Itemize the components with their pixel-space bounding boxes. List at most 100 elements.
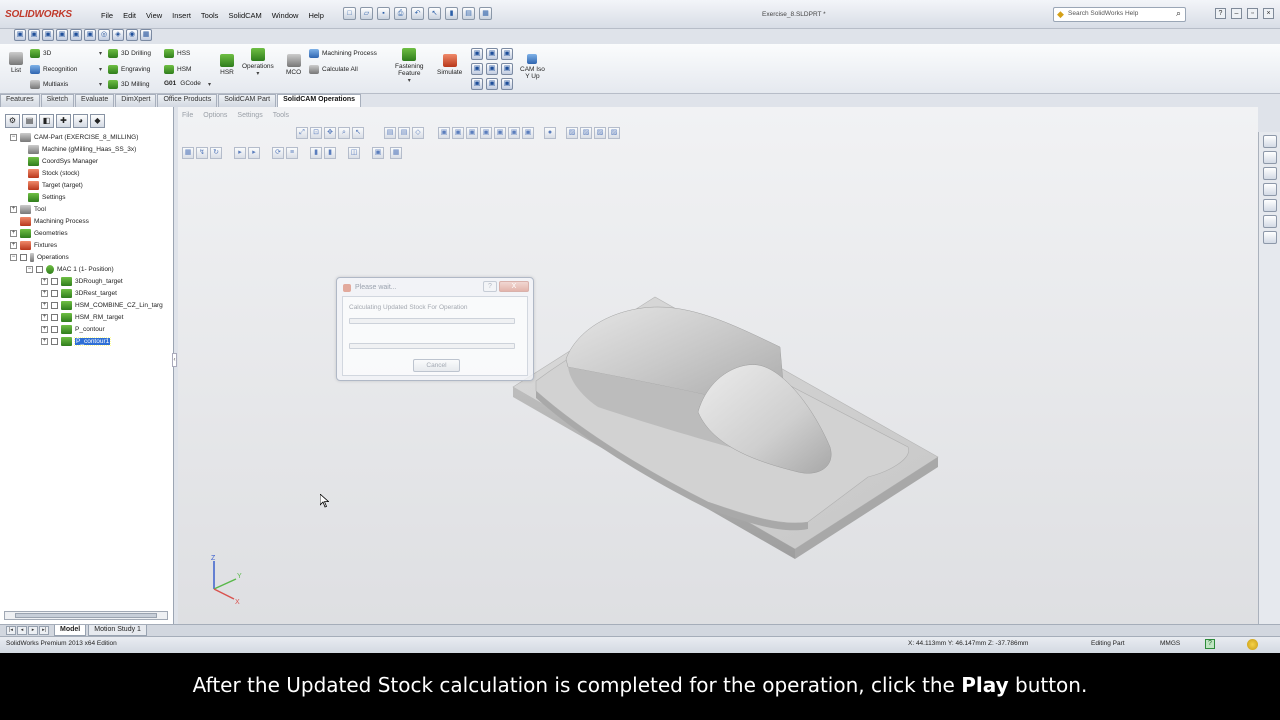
save-icon[interactable]: ▪ bbox=[377, 7, 390, 20]
calculate-all-button[interactable]: Calculate All bbox=[309, 65, 358, 74]
tree-operations[interactable]: − Operations bbox=[10, 251, 69, 263]
tree-geometries[interactable]: + Geometries bbox=[10, 227, 68, 239]
restore-icon[interactable]: ▫ bbox=[1247, 8, 1258, 19]
clip-icon[interactable]: ◫ bbox=[348, 147, 360, 159]
menu-tools[interactable]: Tools bbox=[196, 9, 224, 22]
tree-op-hsm-rm[interactable]: + HSM_RM_target bbox=[41, 311, 123, 323]
operations-checkbox[interactable] bbox=[20, 253, 27, 261]
cam-iso-y-up-button[interactable]: CAM Iso Y Up bbox=[520, 54, 545, 80]
solidcam-manager-icon[interactable]: ◆ bbox=[90, 114, 105, 128]
fastening-feature-button[interactable]: Fastening Feature ▾ bbox=[395, 48, 424, 84]
machining-process-button[interactable]: Machining Process bbox=[309, 49, 377, 58]
search-icon[interactable]: ⌕ bbox=[1176, 8, 1181, 19]
view-front-icon[interactable]: ▣ bbox=[438, 127, 450, 139]
toolbar-icon-3[interactable]: ▣ bbox=[42, 29, 54, 41]
rotate-icon[interactable]: ↻ bbox=[210, 147, 222, 159]
tab-solidcam-operations[interactable]: SolidCAM Operations bbox=[277, 94, 362, 107]
holder-icon[interactable]: ▮ bbox=[324, 147, 336, 159]
toolbar-icon-1[interactable]: ▣ bbox=[14, 29, 26, 41]
file-explorer-icon[interactable] bbox=[1262, 167, 1277, 180]
view-right-icon[interactable]: ▣ bbox=[466, 127, 478, 139]
step-icon[interactable]: ▸ bbox=[248, 147, 260, 159]
folder-icon[interactable] bbox=[1262, 183, 1277, 196]
tree-op-3drest[interactable]: +3DRest_target bbox=[41, 287, 117, 299]
tab-features[interactable]: Features bbox=[0, 94, 40, 107]
view-right-icon[interactable]: ▣ bbox=[501, 48, 513, 60]
rebuild-status-icon[interactable] bbox=[1247, 639, 1258, 650]
tree-op-3drough[interactable]: +3DRough_target bbox=[41, 275, 123, 287]
expand-icon[interactable]: + bbox=[10, 241, 17, 249]
menu-view[interactable]: View bbox=[141, 9, 167, 22]
tree-machine[interactable]: Machine (gMilling_Haas_SS_3x) bbox=[28, 143, 136, 155]
tab-solidcam-part[interactable]: SolidCAM Part bbox=[218, 94, 277, 107]
engraving-button[interactable]: Engraving bbox=[108, 65, 150, 74]
toolbar-icon-10[interactable]: ▦ bbox=[140, 29, 152, 41]
tree-settings[interactable]: Settings bbox=[28, 191, 66, 203]
toolbar-icon-6[interactable]: ▣ bbox=[84, 29, 96, 41]
refresh-icon[interactable]: ⟳ bbox=[272, 147, 284, 159]
mco-button[interactable]: MCO bbox=[286, 54, 301, 76]
step-icon[interactable]: ▸ bbox=[234, 147, 246, 159]
gcode-button[interactable]: G01 GCode bbox=[164, 80, 201, 87]
list-button[interactable]: List bbox=[9, 52, 23, 74]
op-checkbox[interactable] bbox=[51, 337, 58, 345]
zoom-fit-icon[interactable]: ⤢ bbox=[296, 127, 308, 139]
view-bottom-icon[interactable]: ▣ bbox=[486, 63, 498, 75]
collapse-icon[interactable]: − bbox=[10, 133, 17, 141]
view-front-icon[interactable]: ▣ bbox=[471, 48, 483, 60]
wireframe-icon[interactable]: ▨ bbox=[580, 127, 592, 139]
op-checkbox[interactable] bbox=[51, 301, 58, 309]
feature-manager-icon[interactable]: ⚙ bbox=[5, 114, 20, 128]
toolbar-icon-2[interactable]: ▣ bbox=[28, 29, 40, 41]
toolbar-icon-4[interactable]: ▣ bbox=[56, 29, 68, 41]
tree-op-p-contour[interactable]: + P_contour bbox=[41, 323, 105, 335]
expand-icon[interactable]: + bbox=[41, 301, 48, 309]
vp-menu-file[interactable]: File bbox=[182, 112, 193, 119]
tab-dimxpert[interactable]: DimXpert bbox=[115, 94, 157, 107]
part-3d-model[interactable] bbox=[508, 287, 948, 567]
operations-button[interactable]: Operations ▾ bbox=[242, 48, 274, 77]
op-checkbox[interactable] bbox=[51, 277, 58, 285]
expand-icon[interactable]: + bbox=[41, 337, 48, 345]
toolbar-icon-9[interactable]: ◉ bbox=[126, 29, 138, 41]
menu-edit[interactable]: Edit bbox=[118, 9, 141, 22]
first-tab-icon[interactable]: |◂ bbox=[6, 626, 16, 635]
file-properties-icon[interactable]: ▤ bbox=[462, 7, 475, 20]
vp-menu-settings[interactable]: Settings bbox=[237, 112, 262, 119]
menu-window[interactable]: Window bbox=[267, 9, 304, 22]
quick-tips-help-icon[interactable]: ? bbox=[1205, 639, 1215, 649]
screen-icon[interactable]: ▣ bbox=[372, 147, 384, 159]
multiaxis-button[interactable]: Multiaxis bbox=[30, 80, 68, 89]
view-iso-icon[interactable]: ▣ bbox=[522, 127, 534, 139]
scrollbar-thumb[interactable] bbox=[15, 613, 157, 618]
tab-sketch[interactable]: Sketch bbox=[40, 94, 75, 107]
collapse-icon[interactable]: − bbox=[10, 253, 17, 261]
expand-icon[interactable]: + bbox=[41, 289, 48, 297]
shaded-edges-icon[interactable]: ▨ bbox=[566, 127, 578, 139]
property-manager-icon[interactable]: ▤ bbox=[22, 114, 37, 128]
tab-model[interactable]: Model bbox=[54, 625, 87, 636]
mac-checkbox[interactable] bbox=[36, 265, 43, 273]
dimxpert-manager-icon[interactable]: ✚ bbox=[56, 114, 71, 128]
expand-icon[interactable]: + bbox=[10, 229, 17, 237]
toggle-icon[interactable]: ▤ bbox=[384, 127, 396, 139]
view-iso-2-icon[interactable]: ▣ bbox=[486, 78, 498, 90]
section-icon[interactable]: ▨ bbox=[608, 127, 620, 139]
view-top-icon[interactable]: ▣ bbox=[452, 127, 464, 139]
expand-icon[interactable]: + bbox=[41, 325, 48, 333]
dialog-close-button[interactable]: X bbox=[499, 281, 529, 292]
view-palette-icon[interactable] bbox=[1262, 199, 1277, 212]
panel-splitter-handle[interactable]: ‹ bbox=[172, 353, 177, 367]
toolbar-icon-7[interactable]: ◎ bbox=[98, 29, 110, 41]
expand-icon[interactable]: + bbox=[41, 277, 48, 285]
design-library-icon[interactable] bbox=[1262, 151, 1277, 164]
tree-cam-part[interactable]: − CAM-Part (EXERCISE_8_MILLING) bbox=[10, 131, 138, 143]
toolbar-icon-8[interactable]: ◈ bbox=[112, 29, 124, 41]
tree-machining-process[interactable]: Machining Process bbox=[20, 215, 89, 227]
hsr-button[interactable]: HSR bbox=[220, 54, 234, 76]
op-checkbox[interactable] bbox=[51, 313, 58, 321]
op-checkbox[interactable] bbox=[51, 289, 58, 297]
view-back-icon[interactable]: ▣ bbox=[471, 63, 483, 75]
tree-op-hsm-combine[interactable]: + HSM_COMBINE_CZ_Lin_targ bbox=[41, 299, 163, 311]
tree-target[interactable]: Target (target) bbox=[28, 179, 83, 191]
